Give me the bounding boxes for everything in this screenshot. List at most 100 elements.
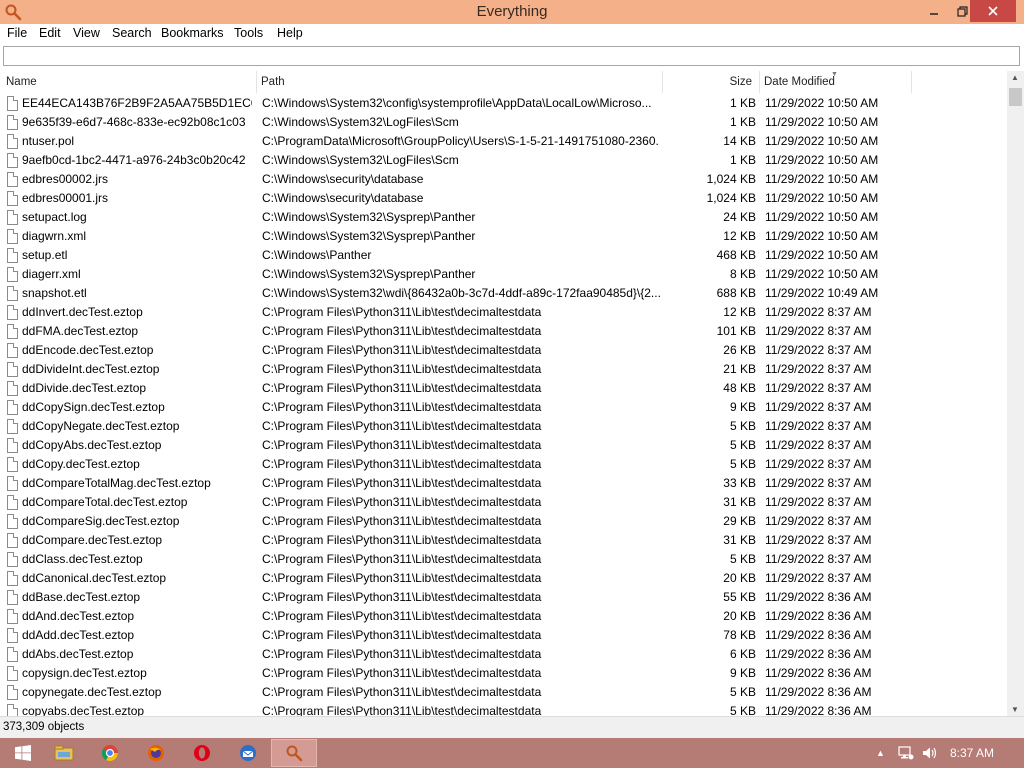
firefox-icon [148, 745, 164, 761]
file-row[interactable]: ddDivide.decTest.eztop C:\Program Files\P… [0, 379, 1007, 398]
file-row[interactable]: ddInvert.decTest.eztop C:\Program Files\P… [0, 303, 1007, 322]
taskbar-chrome[interactable] [87, 739, 133, 767]
network-tray[interactable] [898, 738, 914, 768]
menu-tools[interactable]: Tools [234, 26, 263, 40]
menu-edit[interactable]: Edit [39, 26, 61, 40]
file-row[interactable]: ddCopyNegate.decTest.eztop C:\Program Fil… [0, 417, 1007, 436]
file-name: ddDivide.decTest.eztop [22, 381, 147, 395]
file-row[interactable]: setupact.log C:\Windows\System32\Sysprep\… [0, 208, 1007, 227]
taskbar-file-explorer[interactable] [41, 739, 87, 767]
file-name: ddInvert.decTest.eztop [22, 305, 143, 319]
taskbar-firefox[interactable] [133, 739, 179, 767]
file-size: 5 KB [729, 685, 756, 699]
taskbar-everything[interactable] [271, 739, 317, 767]
file-row[interactable]: ddCopyAbs.decTest.eztop C:\Program Files\… [0, 436, 1007, 455]
file-row[interactable]: ddBase.decTest.eztop C:\Program Files\Pyt… [0, 588, 1007, 607]
file-size: 5 KB [729, 704, 756, 716]
column-header-name[interactable]: Name [0, 71, 257, 93]
file-row[interactable]: EE44ECA143B76F2B9F2A5AA75B5D1EC6_8... C:\… [0, 94, 1007, 113]
scroll-up-icon[interactable]: ▲ [1011, 73, 1019, 82]
taskbar-clock[interactable]: 8:37 AM [950, 746, 994, 760]
file-row[interactable]: ddCompare.decTest.eztop C:\Program Files\… [0, 531, 1007, 550]
show-hidden-icons-button[interactable]: ▲ [876, 738, 885, 768]
close-button[interactable] [970, 0, 1016, 22]
file-row[interactable]: copysign.decTest.eztop C:\Program Files\P… [0, 664, 1007, 683]
file-date-modified: 11/29/2022 8:37 AM [765, 571, 872, 585]
file-row[interactable]: snapshot.etl C:\Windows\System32\wdi\{864… [0, 284, 1007, 303]
search-input[interactable] [3, 46, 1020, 66]
file-size: 14 KB [723, 134, 756, 148]
file-size: 12 KB [723, 305, 756, 319]
file-icon [7, 153, 18, 168]
file-date-modified: 11/29/2022 10:50 AM [765, 96, 879, 110]
file-row[interactable]: edbres00001.jrs C:\Windows\security\datab… [0, 189, 1007, 208]
column-header-date-modified[interactable]: ▼ Date Modified [760, 71, 912, 93]
file-row[interactable]: copyabs.decTest.eztop C:\Program Files\Py… [0, 702, 1007, 716]
file-row[interactable]: diagerr.xml C:\Windows\System32\Sysprep\P… [0, 265, 1007, 284]
file-name: ddCopySign.decTest.eztop [22, 400, 165, 414]
file-row[interactable]: ddCopySign.decTest.eztop C:\Program Files… [0, 398, 1007, 417]
file-name: diagerr.xml [22, 267, 81, 281]
file-row[interactable]: ddCanonical.decTest.eztop C:\Program File… [0, 569, 1007, 588]
file-date-modified: 11/29/2022 8:36 AM [765, 628, 872, 642]
file-date-modified: 11/29/2022 8:37 AM [765, 495, 872, 509]
file-date-modified: 11/29/2022 8:37 AM [765, 552, 872, 566]
file-date-modified: 11/29/2022 10:50 AM [765, 134, 879, 148]
file-icon [7, 115, 18, 130]
file-name: ddCompareTotal.decTest.eztop [22, 495, 188, 509]
file-path: C:\Program Files\Python311\Lib\test\deci… [262, 704, 542, 716]
file-row[interactable]: copynegate.decTest.eztop C:\Program Files… [0, 683, 1007, 702]
file-row[interactable]: ddAnd.decTest.eztop C:\Program Files\Pyth… [0, 607, 1007, 626]
scroll-down-icon[interactable]: ▼ [1011, 705, 1019, 714]
vertical-scrollbar[interactable]: ▲ ▼ [1007, 71, 1024, 716]
menu-view[interactable]: View [73, 26, 100, 40]
file-row[interactable]: edbres00002.jrs C:\Windows\security\datab… [0, 170, 1007, 189]
file-name: 9e635f39-e6d7-468c-833e-ec92b08c1c03 [22, 115, 246, 129]
scrollbar-thumb[interactable] [1009, 88, 1022, 106]
file-row[interactable]: ddCompareTotalMag.decTest.eztop C:\Progra… [0, 474, 1007, 493]
file-row[interactable]: ddFMA.decTest.eztop C:\Program Files\Pyth… [0, 322, 1007, 341]
file-row[interactable]: ntuser.pol C:\ProgramData\Microsoft\Group… [0, 132, 1007, 151]
file-size: 26 KB [723, 343, 756, 357]
file-row[interactable]: 9e635f39-e6d7-468c-833e-ec92b08c1c03 C:\W… [0, 113, 1007, 132]
file-path: C:\Program Files\Python311\Lib\test\deci… [262, 400, 542, 414]
menu-bookmarks[interactable]: Bookmarks [161, 26, 224, 40]
file-path: C:\Program Files\Python311\Lib\test\deci… [262, 343, 542, 357]
menu-help[interactable]: Help [277, 26, 303, 40]
menu-search[interactable]: Search [112, 26, 152, 40]
file-row[interactable]: ddCopy.decTest.eztop C:\Program Files\Pyt… [0, 455, 1007, 474]
file-row[interactable]: 9aefb0cd-1bc2-4471-a976-24b3c0b20c42 C:\W… [0, 151, 1007, 170]
file-size: 6 KB [729, 647, 756, 661]
minimize-button[interactable] [920, 0, 948, 22]
file-row[interactable]: ddAdd.decTest.eztop C:\Program Files\Pyth… [0, 626, 1007, 645]
file-path: C:\Program Files\Python311\Lib\test\deci… [262, 438, 542, 452]
menu-file[interactable]: File [7, 26, 27, 40]
file-row[interactable]: ddCompareTotal.decTest.eztop C:\Program F… [0, 493, 1007, 512]
file-size: 1 KB [729, 153, 756, 167]
file-row[interactable]: ddAbs.decTest.eztop C:\Program Files\Pyth… [0, 645, 1007, 664]
file-row[interactable]: ddDivideInt.decTest.eztop C:\Program File… [0, 360, 1007, 379]
file-icon [7, 229, 18, 244]
file-icon [7, 134, 18, 149]
file-icon [7, 191, 18, 206]
volume-tray[interactable] [922, 738, 938, 768]
file-path: C:\Windows\Panther [262, 248, 372, 262]
taskbar-thunderbird[interactable] [225, 739, 271, 767]
start-button[interactable] [0, 739, 46, 767]
column-header-size[interactable]: Size [663, 71, 760, 93]
taskbar-opera[interactable] [179, 739, 225, 767]
file-size: 31 KB [723, 495, 756, 509]
file-row[interactable]: ddEncode.decTest.eztop C:\Program Files\P… [0, 341, 1007, 360]
title-bar: Everything [0, 0, 1024, 24]
file-row[interactable]: ddCompareSig.decTest.eztop C:\Program Fil… [0, 512, 1007, 531]
file-date-modified: 11/29/2022 10:50 AM [765, 229, 879, 243]
file-icon [7, 590, 18, 605]
file-row[interactable]: diagwrn.xml C:\Windows\System32\Sysprep\P… [0, 227, 1007, 246]
column-header-path[interactable]: Path [257, 71, 663, 93]
file-row[interactable]: ddClass.decTest.eztop C:\Program Files\Py… [0, 550, 1007, 569]
file-date-modified: 11/29/2022 8:37 AM [765, 324, 872, 338]
file-size: 468 KB [716, 248, 756, 262]
file-row[interactable]: setup.etl C:\Windows\Panther 468 KB 11/29/2… [0, 246, 1007, 265]
file-date-modified: 11/29/2022 8:37 AM [765, 533, 872, 547]
file-date-modified: 11/29/2022 10:50 AM [765, 210, 879, 224]
